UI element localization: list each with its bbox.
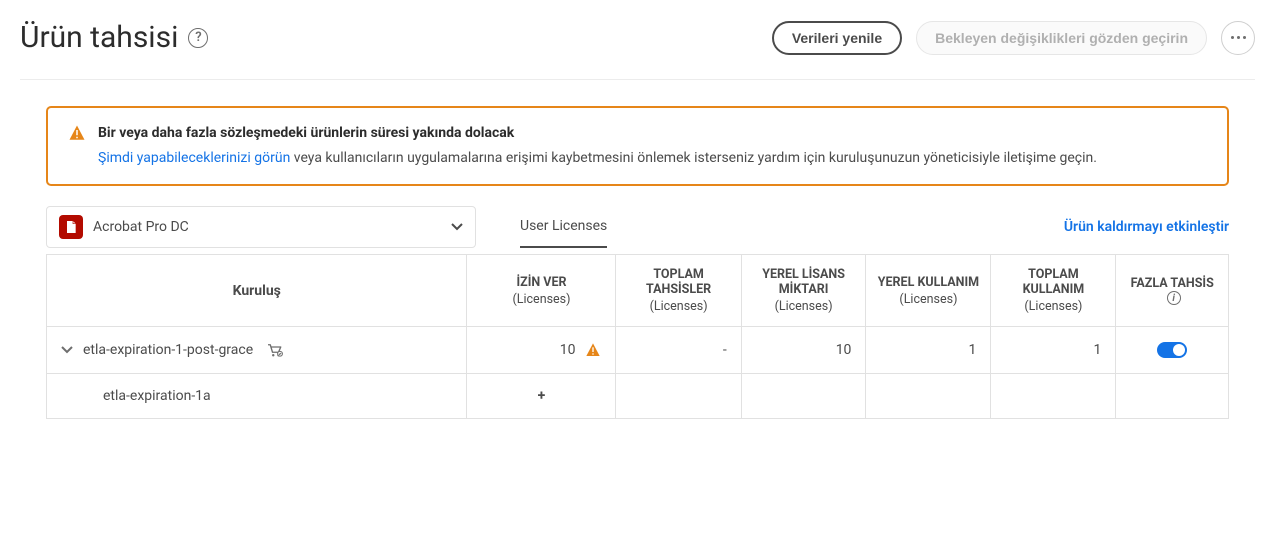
header-actions: Verileri yenile Bekleyen değişiklikleri …: [772, 21, 1255, 55]
col-over: FAZLA TAHSİS i: [1116, 255, 1229, 327]
page-header: Ürün tahsisi ? Verileri yenile Bekleyen …: [20, 20, 1255, 80]
more-icon: [1231, 36, 1246, 39]
total-use-value: 1: [991, 327, 1116, 374]
info-icon[interactable]: i: [1167, 291, 1181, 305]
allocation-table: Kuruluş İZİN VER(Licenses) TOPLAM TAHSİS…: [46, 254, 1229, 419]
warning-icon: [68, 124, 86, 142]
warning-icon: [585, 342, 601, 358]
activate-removal-link[interactable]: Ürün kaldırmayı etkinleştir: [1064, 219, 1229, 235]
local-use-value: 1: [866, 327, 991, 374]
page-title: Ürün tahsisi: [20, 20, 178, 55]
org-expand-row[interactable]: etla-expiration-1-post-grace: [61, 341, 452, 359]
col-local-qty: YEREL LİSANS MİKTARI(Licenses): [741, 255, 866, 327]
expiration-alert: Bir veya daha fazla sözleşmedeki ürünler…: [46, 106, 1229, 186]
product-selector[interactable]: Acrobat Pro DC: [46, 206, 476, 248]
review-changes-button: Bekleyen değişiklikleri gözden geçirin: [916, 21, 1207, 55]
page-title-group: Ürün tahsisi ?: [20, 20, 208, 55]
col-local-use: YEREL KULLANIM(Licenses): [866, 255, 991, 327]
tab-user-licenses[interactable]: User Licenses: [520, 206, 607, 248]
tabs: User Licenses: [520, 206, 607, 248]
grant-value: 10: [560, 342, 576, 358]
alert-link[interactable]: Şimdi yapabileceklerinizi görün: [98, 150, 290, 166]
add-grant-button[interactable]: +: [467, 374, 616, 419]
help-icon[interactable]: ?: [188, 28, 208, 48]
col-grant: İZİN VER(Licenses): [467, 255, 616, 327]
chevron-down-icon: [451, 223, 463, 231]
table-row: etla-expiration-1-post-grace: [47, 327, 1229, 374]
org-name: etla-expiration-1a: [103, 388, 211, 404]
org-name: etla-expiration-1-post-grace: [83, 342, 253, 358]
more-actions-button[interactable]: [1221, 21, 1255, 55]
col-total-alloc: TOPLAM TAHSİSLER(Licenses): [616, 255, 741, 327]
cart-icon: [265, 341, 283, 359]
controls-row: Acrobat Pro DC User Licenses Ürün kaldır…: [46, 206, 1229, 248]
acrobat-icon: [59, 215, 83, 239]
refresh-button[interactable]: Verileri yenile: [772, 21, 902, 55]
col-total-use: TOPLAM KULLANIM(Licenses): [991, 255, 1116, 327]
local-qty-value: 10: [741, 327, 866, 374]
col-org: Kuruluş: [47, 255, 467, 327]
over-allocation-toggle[interactable]: [1157, 342, 1187, 358]
alert-rest: veya kullanıcıların uygulamalarına erişi…: [290, 150, 1097, 166]
toggle-knob: [1173, 344, 1185, 356]
table-header-row: Kuruluş İZİN VER(Licenses) TOPLAM TAHSİS…: [47, 255, 1229, 327]
alert-body: Şimdi yapabileceklerinizi görün veya kul…: [68, 150, 1207, 166]
total-alloc-value: -: [616, 327, 741, 374]
product-name: Acrobat Pro DC: [93, 219, 189, 235]
table-row: etla-expiration-1a +: [47, 374, 1229, 419]
alert-title: Bir veya daha fazla sözleşmedeki ürünler…: [98, 125, 514, 141]
chevron-down-icon: [61, 346, 73, 354]
